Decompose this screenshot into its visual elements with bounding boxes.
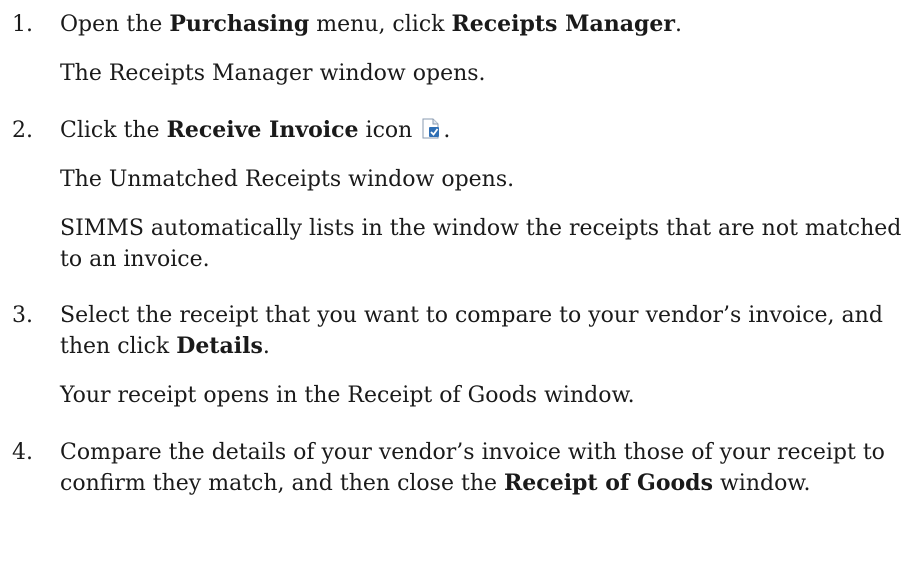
window-name-receipt-of-goods: Receipt of Goods [504, 470, 713, 496]
instruction-text: window. [712, 471, 811, 496]
instruction-text: . [674, 12, 682, 37]
step-body: Open the Purchasing menu, click Receipts… [60, 9, 912, 89]
button-name-receive-invoice: Receive Invoice [166, 117, 359, 143]
instruction-text: . [262, 334, 270, 359]
button-name-details: Details [176, 333, 263, 359]
step-number: 1. [12, 12, 33, 37]
step-number: 3. [12, 303, 33, 328]
step-body: Select the receipt that you want to comp… [60, 300, 912, 411]
step-result: Your receipt opens in the Receipt of Goo… [60, 383, 635, 408]
step-body: Compare the details of your vendor’s inv… [60, 437, 912, 499]
instruction-text: icon [358, 118, 420, 143]
step-number: 4. [12, 440, 33, 465]
procedure-document: 1. Open the Purchasing menu, click Recei… [0, 0, 918, 567]
step-result: The Unmatched Receipts window opens. [60, 167, 515, 192]
step-instruction: Click the Receive Invoice icon . [60, 115, 912, 146]
menu-item-receipts-manager: Receipts Manager [451, 11, 675, 37]
instruction-text: Click the [60, 118, 167, 143]
instruction-text: menu, click [309, 12, 452, 37]
step-body: Click the Receive Invoice icon . The Unm… [60, 115, 912, 275]
step-instruction: Select the receipt that you want to comp… [60, 300, 912, 362]
step-instruction: Compare the details of your vendor’s inv… [60, 437, 912, 499]
instruction-text: Open the [60, 12, 170, 37]
step-result: The Receipts Manager window opens. [60, 61, 486, 86]
step-number: 2. [12, 118, 33, 143]
step-note: SIMMS automatically lists in the window … [60, 216, 902, 272]
instruction-text: . [443, 118, 451, 143]
menu-name-purchasing: Purchasing [169, 11, 310, 37]
receive-invoice-icon [421, 118, 441, 140]
step-instruction: Open the Purchasing menu, click Receipts… [60, 9, 912, 40]
